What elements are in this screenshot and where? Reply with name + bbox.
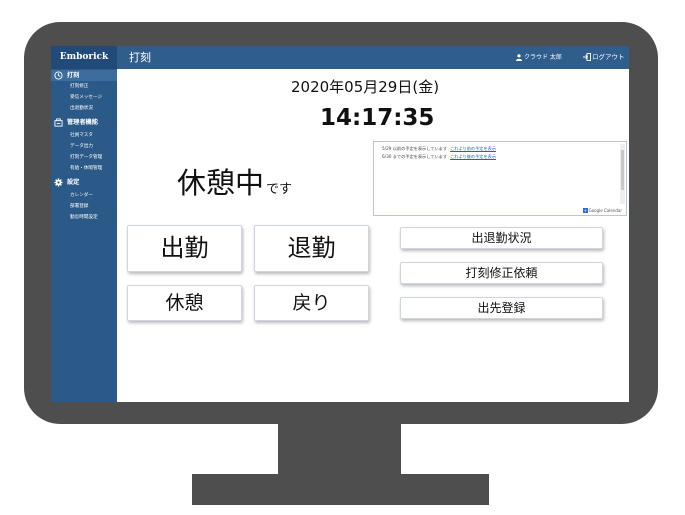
top-bar: Emborick 打刻 クラウド 太郎 ログアウト bbox=[51, 46, 629, 69]
monitor-neck bbox=[278, 420, 401, 477]
page-title: 打刻 bbox=[129, 51, 151, 64]
stamp-icon bbox=[54, 71, 63, 80]
calendar-scroll-thumb[interactable] bbox=[621, 150, 624, 190]
status-main-text: 休憩中 bbox=[177, 166, 265, 200]
google-calendar-label: Google Calendar bbox=[588, 208, 622, 213]
admin-icon bbox=[54, 118, 63, 127]
logout-label: ログアウト bbox=[592, 53, 625, 61]
work-status: 休憩中 です bbox=[177, 160, 292, 202]
calendar-prev-link[interactable]: これより前の予定を表示 bbox=[450, 146, 496, 151]
logout-icon bbox=[583, 53, 591, 61]
current-date: 2020年05月29日(金) bbox=[291, 78, 440, 96]
sidebar-section-stamp[interactable]: 打刻 bbox=[54, 70, 79, 81]
sidebar-item-data-export[interactable]: データ出力 bbox=[70, 143, 93, 151]
clock-in-button[interactable]: 出勤 bbox=[127, 225, 242, 272]
sidebar-section-admin[interactable]: 管理者機能 bbox=[54, 117, 98, 128]
sidebar-item-work-hours[interactable]: 勤怠時間設定 bbox=[70, 214, 98, 222]
user-menu[interactable]: クラウド 太郎 bbox=[516, 46, 562, 69]
sidebar-item-stamp-data[interactable]: 打刻データ管理 bbox=[70, 154, 102, 162]
user-name: クラウド 太郎 bbox=[524, 54, 562, 61]
sidebar-section-settings[interactable]: 設定 bbox=[54, 177, 79, 188]
gear-icon bbox=[54, 178, 63, 187]
calendar-next-link[interactable]: これより後の予定を表示 bbox=[450, 154, 496, 159]
sidebar-section-label: 打刻 bbox=[67, 72, 80, 79]
sidebar-item-leave[interactable]: 有給・休暇管理 bbox=[70, 165, 102, 173]
sidebar-item-attendance[interactable]: 出退勤状況 bbox=[70, 105, 93, 113]
sidebar-section-label: 設定 bbox=[67, 179, 80, 186]
sidebar-item-calendar[interactable]: カレンダー bbox=[70, 192, 93, 200]
google-calendar-badge[interactable]: + Google Calendar bbox=[582, 208, 622, 213]
calendar-line: 5/29 以前の予定を表示しています これより前の予定を表示 bbox=[382, 146, 496, 152]
break-button[interactable]: 休憩 bbox=[127, 285, 242, 321]
app-screen: Emborick 打刻 クラウド 太郎 ログアウト 打刻 打刻修正 受信メッセー… bbox=[51, 46, 629, 402]
sidebar-section-label: 管理者機能 bbox=[67, 119, 98, 126]
current-time: 14:17:35 bbox=[320, 105, 435, 131]
clock-out-button[interactable]: 退勤 bbox=[254, 225, 369, 272]
sidebar-item-employee-master[interactable]: 社員マスタ bbox=[70, 132, 93, 140]
calendar-line-text: 6/30 までの予定を表示しています bbox=[382, 154, 448, 159]
sidebar-item-stamp-correction[interactable]: 打刻修正 bbox=[70, 83, 88, 91]
sidebar-item-messages[interactable]: 受信メッセージ bbox=[70, 94, 102, 102]
status-suffix-text: です bbox=[266, 182, 293, 197]
calendar-widget: 5/29 以前の予定を表示しています これより前の予定を表示 6/30 までの予定… bbox=[373, 141, 627, 216]
calendar-scrollbar[interactable] bbox=[620, 144, 625, 204]
monitor-stand bbox=[192, 474, 489, 505]
user-icon bbox=[516, 54, 522, 61]
correction-request-button[interactable]: 打刻修正依頼 bbox=[400, 262, 603, 284]
sidebar-item-department[interactable]: 部署登録 bbox=[70, 203, 88, 211]
attendance-status-button[interactable]: 出退勤状況 bbox=[400, 227, 603, 249]
sidebar: 打刻 打刻修正 受信メッセージ 出退勤状況 管理者機能 社員マスタ データ出力 … bbox=[51, 69, 117, 402]
destination-register-button[interactable]: 出先登録 bbox=[400, 297, 603, 319]
plus-icon: + bbox=[582, 208, 588, 213]
logout-button[interactable]: ログアウト bbox=[583, 46, 625, 69]
return-button[interactable]: 戻り bbox=[254, 285, 369, 321]
calendar-line: 6/30 までの予定を表示しています これより後の予定を表示 bbox=[382, 154, 496, 160]
brand-logo[interactable]: Emborick bbox=[51, 46, 117, 69]
calendar-line-text: 5/29 以前の予定を表示しています bbox=[382, 146, 448, 151]
